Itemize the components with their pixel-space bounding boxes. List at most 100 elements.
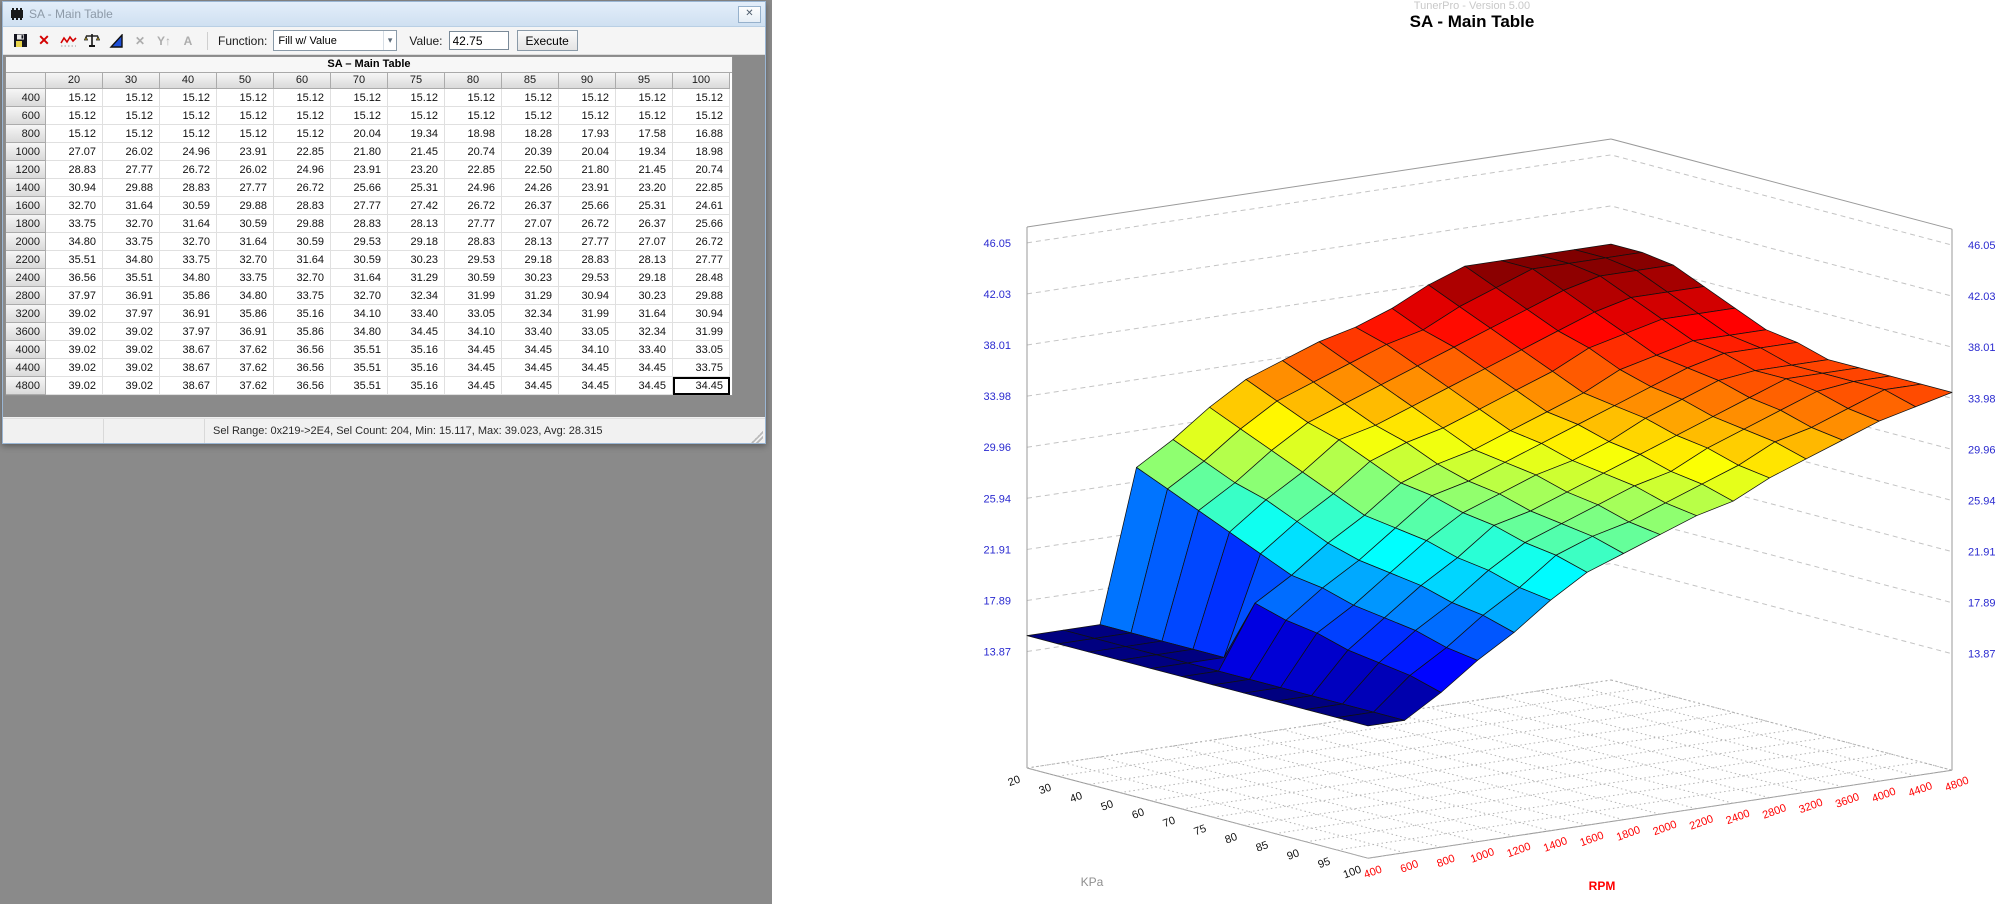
col-header[interactable]: 80: [445, 73, 502, 89]
col-header[interactable]: 30: [103, 73, 160, 89]
table-cell[interactable]: 31.64: [160, 215, 217, 233]
table-cell[interactable]: 23.91: [217, 143, 274, 161]
table-cell[interactable]: 34.10: [445, 323, 502, 341]
table-cell[interactable]: 18.98: [445, 125, 502, 143]
table-cell[interactable]: 33.75: [46, 215, 103, 233]
row-header[interactable]: 3200: [6, 305, 46, 323]
table-cell[interactable]: 20.74: [445, 143, 502, 161]
table-cell[interactable]: 29.88: [103, 179, 160, 197]
table-cell[interactable]: 39.02: [103, 323, 160, 341]
table-cell[interactable]: 21.80: [559, 161, 616, 179]
table-cell[interactable]: 30.59: [274, 233, 331, 251]
col-header[interactable]: 70: [331, 73, 388, 89]
table-cell[interactable]: 19.34: [388, 125, 445, 143]
table-cell[interactable]: 15.12: [616, 107, 673, 125]
table-cell[interactable]: 36.91: [160, 305, 217, 323]
table-cell[interactable]: 39.02: [103, 377, 160, 395]
table-cell[interactable]: 15.12: [46, 89, 103, 107]
table-cell[interactable]: 26.37: [616, 215, 673, 233]
row-header[interactable]: 2200: [6, 251, 46, 269]
table-cell[interactable]: 34.45: [502, 377, 559, 395]
table-cell[interactable]: 36.56: [274, 377, 331, 395]
table-cell[interactable]: 34.80: [160, 269, 217, 287]
table-cell[interactable]: 29.53: [445, 251, 502, 269]
table-cell[interactable]: 29.53: [559, 269, 616, 287]
table-cell[interactable]: 29.18: [388, 233, 445, 251]
table-cell[interactable]: 28.48: [673, 269, 730, 287]
table-cell[interactable]: 35.51: [46, 251, 103, 269]
table-cell[interactable]: 35.16: [274, 305, 331, 323]
table-cell[interactable]: 29.88: [217, 197, 274, 215]
table-cell[interactable]: 22.85: [274, 143, 331, 161]
table-cell[interactable]: 22.85: [445, 161, 502, 179]
table-cell[interactable]: 28.83: [331, 215, 388, 233]
table-cell[interactable]: 15.12: [331, 107, 388, 125]
function-select[interactable]: Fill w/ Value ▾: [273, 30, 397, 51]
table-cell[interactable]: 26.02: [217, 161, 274, 179]
table-cell[interactable]: 27.07: [616, 233, 673, 251]
table-cell[interactable]: 29.18: [502, 251, 559, 269]
table-cell[interactable]: 35.86: [274, 323, 331, 341]
table-cell[interactable]: 32.70: [274, 269, 331, 287]
table-cell[interactable]: 33.05: [559, 323, 616, 341]
table-cell[interactable]: 34.80: [103, 251, 160, 269]
table-cell[interactable]: 20.04: [559, 143, 616, 161]
row-header[interactable]: 4000: [6, 341, 46, 359]
table-cell[interactable]: 31.99: [673, 323, 730, 341]
row-header[interactable]: 1200: [6, 161, 46, 179]
table-cell[interactable]: 38.67: [160, 377, 217, 395]
table-cell[interactable]: 23.91: [559, 179, 616, 197]
table-cell[interactable]: 15.12: [46, 125, 103, 143]
table-cell[interactable]: 31.64: [217, 233, 274, 251]
table-cell[interactable]: 36.56: [274, 341, 331, 359]
table-cell[interactable]: 31.99: [445, 287, 502, 305]
table-cell[interactable]: 27.07: [46, 143, 103, 161]
col-header[interactable]: 100: [673, 73, 730, 89]
table-cell[interactable]: 34.80: [46, 233, 103, 251]
disabled-x-button[interactable]: ✕: [129, 30, 151, 52]
row-header[interactable]: 400: [6, 89, 46, 107]
table-cell[interactable]: 30.23: [616, 287, 673, 305]
table-cell[interactable]: 35.51: [331, 359, 388, 377]
col-header[interactable]: 90: [559, 73, 616, 89]
col-header[interactable]: 60: [274, 73, 331, 89]
table-cell[interactable]: 28.83: [445, 233, 502, 251]
table-cell[interactable]: 27.07: [502, 215, 559, 233]
row-header[interactable]: 1000: [6, 143, 46, 161]
table-cell[interactable]: 26.72: [559, 215, 616, 233]
row-header[interactable]: 3600: [6, 323, 46, 341]
table-cell[interactable]: 34.80: [217, 287, 274, 305]
table-cell[interactable]: 33.40: [502, 323, 559, 341]
table-cell[interactable]: 26.72: [274, 179, 331, 197]
table-cell[interactable]: 15.12: [445, 107, 502, 125]
table-cell[interactable]: 35.86: [160, 287, 217, 305]
table-cell[interactable]: 36.91: [217, 323, 274, 341]
table-cell[interactable]: 32.70: [331, 287, 388, 305]
table-cell[interactable]: 33.05: [673, 341, 730, 359]
window-titlebar[interactable]: SA - Main Table ✕: [3, 2, 765, 27]
table-cell[interactable]: 34.45: [559, 377, 616, 395]
setsquare-button[interactable]: [105, 30, 127, 52]
table-cell[interactable]: 15.12: [502, 89, 559, 107]
table-cell[interactable]: 15.12: [502, 107, 559, 125]
table-cell[interactable]: 35.16: [388, 377, 445, 395]
table-cell[interactable]: 15.12: [103, 125, 160, 143]
table-cell[interactable]: 34.45: [388, 323, 445, 341]
table-cell[interactable]: 15.12: [217, 107, 274, 125]
table-cell[interactable]: 31.99: [559, 305, 616, 323]
table-cell[interactable]: 33.75: [103, 233, 160, 251]
table-cell[interactable]: 20.74: [673, 161, 730, 179]
table-cell[interactable]: 27.77: [331, 197, 388, 215]
table-cell[interactable]: 31.29: [388, 269, 445, 287]
table-cell[interactable]: 28.13: [616, 251, 673, 269]
table-cell[interactable]: 32.34: [616, 323, 673, 341]
close-icon[interactable]: ✕: [738, 6, 761, 23]
value-input[interactable]: [449, 31, 509, 50]
table-cell[interactable]: 31.64: [274, 251, 331, 269]
table-cell[interactable]: 38.67: [160, 359, 217, 377]
table-cell[interactable]: 25.66: [331, 179, 388, 197]
table-cell[interactable]: 15.12: [445, 89, 502, 107]
table-cell[interactable]: 31.29: [502, 287, 559, 305]
table-cell[interactable]: 30.23: [502, 269, 559, 287]
col-header[interactable]: 20: [46, 73, 103, 89]
